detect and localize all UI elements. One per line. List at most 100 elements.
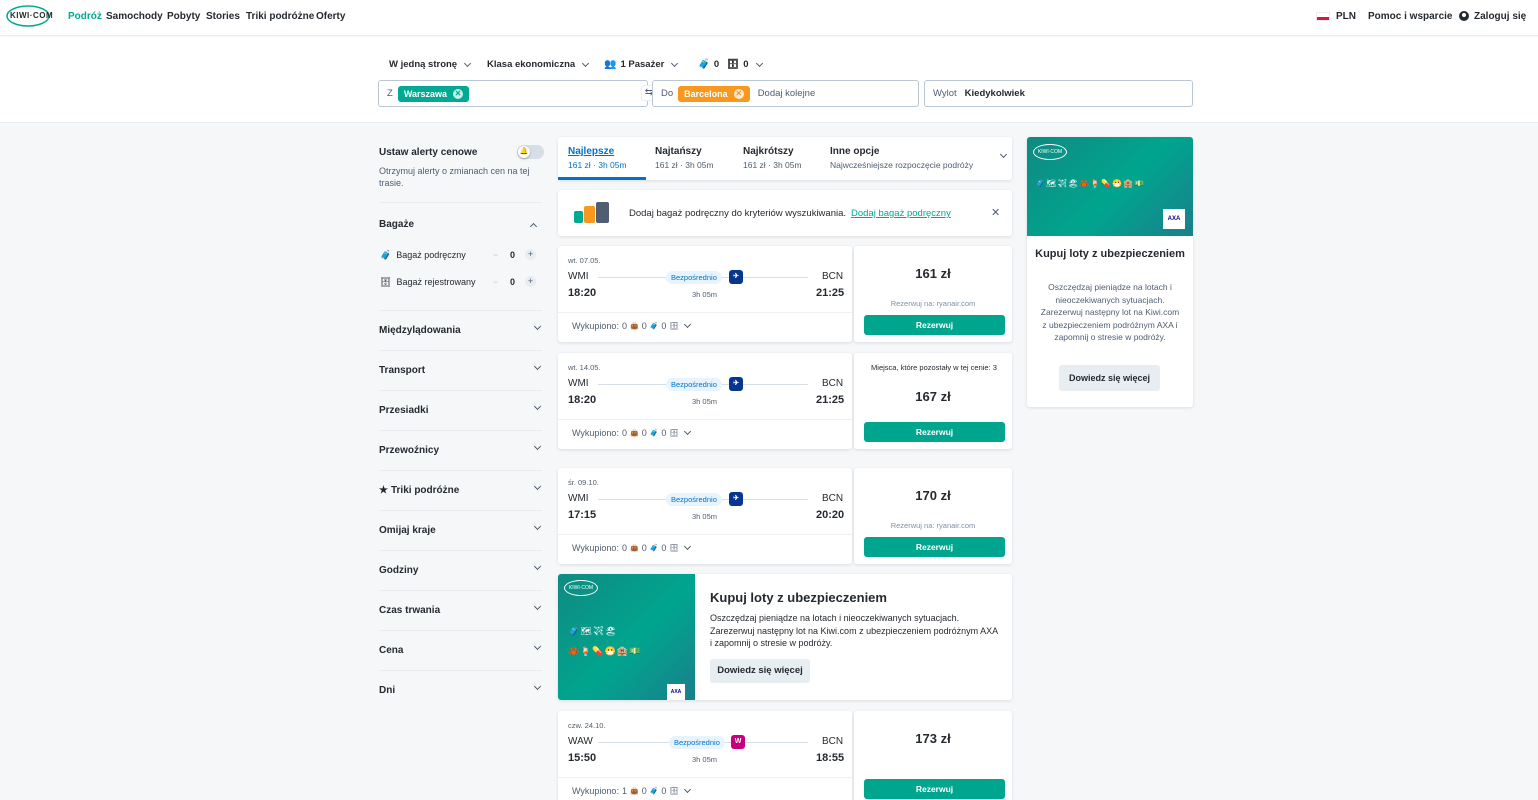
price-alert-toggle[interactable]: 🔔 — [517, 145, 544, 159]
origin-label: Z — [387, 88, 393, 99]
currency-selector[interactable]: PLN — [1336, 11, 1356, 22]
bags-summary[interactable]: Wykupiono: 0 👜 0 🧳 0 🗄 — [572, 427, 692, 438]
tab-najlepsze[interactable]: Najlepsze 161 zł · 3h 05m — [568, 146, 627, 170]
nav-link-oferty[interactable]: Oferty — [316, 11, 345, 22]
personal-item-icon: 👜 — [629, 545, 639, 552]
side-learn-more-button[interactable]: Dowiedz się więcej — [1059, 365, 1160, 391]
nav-link-podroz[interactable]: Podróż — [68, 11, 102, 22]
chevron-up-icon[interactable] — [529, 222, 538, 231]
chevron-down-icon[interactable] — [533, 482, 542, 491]
cabin-bag-increment[interactable]: + — [525, 249, 536, 260]
ryanair-logo-icon: ✈ — [729, 492, 743, 506]
add-bag-link[interactable]: Dodaj bagaż podręczny — [851, 208, 951, 219]
arrival-time: 21:25 — [816, 287, 845, 299]
tab-najtanszy[interactable]: Najtańszy 161 zł · 3h 05m — [655, 146, 714, 170]
origin-chip[interactable]: Warszawa ✕ — [397, 85, 469, 102]
learn-more-button[interactable]: Dowiedz się więcej — [710, 659, 810, 683]
checked-bag-count: 0 — [661, 321, 667, 331]
checked-bag-icon: 🗄 — [727, 59, 740, 70]
flight-card[interactable]: śr. 09.10. WMI 17:15 Bezpośrednio ✈ 3h 0… — [558, 468, 852, 564]
origin-field[interactable]: Z Warszawa ✕ — [378, 80, 648, 107]
filter-section[interactable]: ★ Triki podróżne — [379, 485, 459, 496]
tab-sub: 161 zł · 3h 05m — [743, 160, 802, 170]
departure-date-field[interactable]: Wylot Kiedykolwiek — [924, 80, 1193, 107]
checked-bag-count: 0 — [661, 543, 667, 553]
bags-summary[interactable]: Wykupiono: 0 👜 0 🧳 0 🗄 — [572, 542, 692, 553]
cabin-bag-icon: 🧳 — [698, 59, 710, 70]
chevron-down-icon[interactable] — [533, 402, 542, 411]
flag-poland-icon — [1316, 12, 1330, 21]
trip-type-select[interactable]: W jedną stronę — [389, 59, 472, 70]
chevron-down-icon[interactable] — [533, 682, 542, 691]
chevron-down-icon[interactable] — [533, 642, 542, 651]
personal-item-icon: 👜 — [629, 788, 639, 795]
help-link[interactable]: Pomoc i wsparcie — [1368, 11, 1452, 22]
remove-destination-icon[interactable]: ✕ — [733, 88, 744, 99]
checked-bag-increment[interactable]: + — [525, 276, 536, 287]
departure-time: 18:20 — [568, 394, 597, 406]
active-tab-indicator — [558, 177, 646, 180]
flight-card[interactable]: wt. 07.05. WMI 18:20 Bezpośrednio ✈ 3h 0… — [558, 246, 852, 342]
flight-card[interactable]: wt. 14.05. WMI 18:20 Bezpośrednio ✈ 3h 0… — [558, 353, 852, 449]
cabin-class-select[interactable]: Klasa ekonomiczna — [487, 59, 590, 70]
filter-label: Godziny — [379, 565, 419, 576]
nav-link-pobyty[interactable]: Pobyty — [167, 11, 200, 22]
book-button[interactable]: Rezerwuj — [864, 537, 1005, 557]
cabin-bag-decrement[interactable]: − — [493, 250, 498, 260]
filter-section[interactable]: Czas trwania — [379, 605, 440, 616]
filter-section[interactable]: Dni — [379, 685, 395, 696]
chevron-down-icon[interactable] — [533, 562, 542, 571]
book-button[interactable]: Rezerwuj — [864, 779, 1005, 799]
checked-bag-icon: 🗄 — [669, 788, 679, 795]
kiwi-logo[interactable]: KIWI·COM — [6, 4, 56, 28]
filter-section[interactable]: Godziny — [379, 565, 418, 576]
filter-section[interactable]: Omijaj kraje — [379, 525, 436, 536]
filter-bags-title[interactable]: Bagaże — [379, 219, 414, 230]
flight-card[interactable]: czw. 24.10. WAW 15:50 Bezpośrednio W 3h … — [558, 711, 852, 800]
bags-summary[interactable]: Wykupiono: 1 👜 0 🧳 0 🗄 — [572, 785, 692, 796]
nav-link-samochody[interactable]: Samochody — [106, 11, 163, 22]
divider — [379, 350, 542, 351]
divider — [379, 390, 542, 391]
chevron-down-icon[interactable] — [533, 362, 542, 371]
destination-chip[interactable]: Barcelona ✕ — [678, 85, 750, 102]
chevron-down-icon[interactable] — [533, 602, 542, 611]
chevron-down-icon[interactable] — [533, 442, 542, 451]
book-button[interactable]: Rezerwuj — [864, 315, 1005, 335]
chevron-down-icon — [671, 59, 679, 67]
filter-section[interactable]: Międzylądowania — [379, 325, 461, 336]
close-icon[interactable]: ✕ — [991, 206, 1000, 219]
tab-najkrotszy[interactable]: Najkrótszy 161 zł · 3h 05m — [743, 146, 802, 170]
bags-select[interactable]: 🧳 0 🗄 0 — [698, 59, 763, 70]
travel-icons: 🧳🗺✈🏖 — [568, 626, 618, 636]
chevron-down-icon[interactable] — [533, 522, 542, 531]
origin-code: WMI — [568, 493, 589, 504]
filter-section[interactable]: Przesiadki — [379, 405, 428, 416]
personal-item-count: 1 — [621, 786, 627, 796]
destination-label: Do — [661, 88, 674, 99]
book-via: Rezerwuj na: ryanair.com — [890, 299, 976, 308]
login-link[interactable]: Zaloguj się — [1474, 11, 1526, 22]
nav-link-stories[interactable]: Stories — [206, 11, 240, 22]
filter-section[interactable]: Przewoźnicy — [379, 445, 439, 456]
nav-link-triki[interactable]: Triki podróżne — [246, 11, 314, 22]
passengers-select[interactable]: 👥 1 Pasażer — [604, 59, 679, 70]
book-button[interactable]: Rezerwuj — [864, 422, 1005, 442]
cabin-bag-label: Bagaż podręczny — [396, 250, 466, 260]
checked-bag-icon: 🗄 — [669, 323, 679, 330]
checked-bag-filter: 🗄 Bagaż rejestrowany — [380, 277, 475, 288]
filter-section[interactable]: Cena — [379, 645, 403, 656]
tab-inne-opcje[interactable]: Inne opcje Najwcześniejsze rozpoczęcie po… — [830, 146, 973, 170]
destination-code: BCN — [822, 378, 844, 389]
bags-label: Wykupiono: — [572, 543, 619, 553]
cabin-bags-count: 0 — [713, 59, 720, 70]
divider — [379, 510, 542, 511]
destination-field[interactable]: Do Barcelona ✕ Dodaj kolejne — [652, 80, 919, 107]
filter-section[interactable]: Transport — [379, 365, 425, 376]
chevron-down-icon[interactable] — [999, 150, 1008, 159]
chevron-down-icon[interactable] — [533, 322, 542, 331]
divider — [379, 550, 542, 551]
bags-summary[interactable]: Wykupiono: 0 👜 0 🧳 0 🗄 — [572, 320, 692, 331]
remove-origin-icon[interactable]: ✕ — [453, 88, 463, 99]
checked-bag-decrement[interactable]: − — [493, 277, 498, 287]
